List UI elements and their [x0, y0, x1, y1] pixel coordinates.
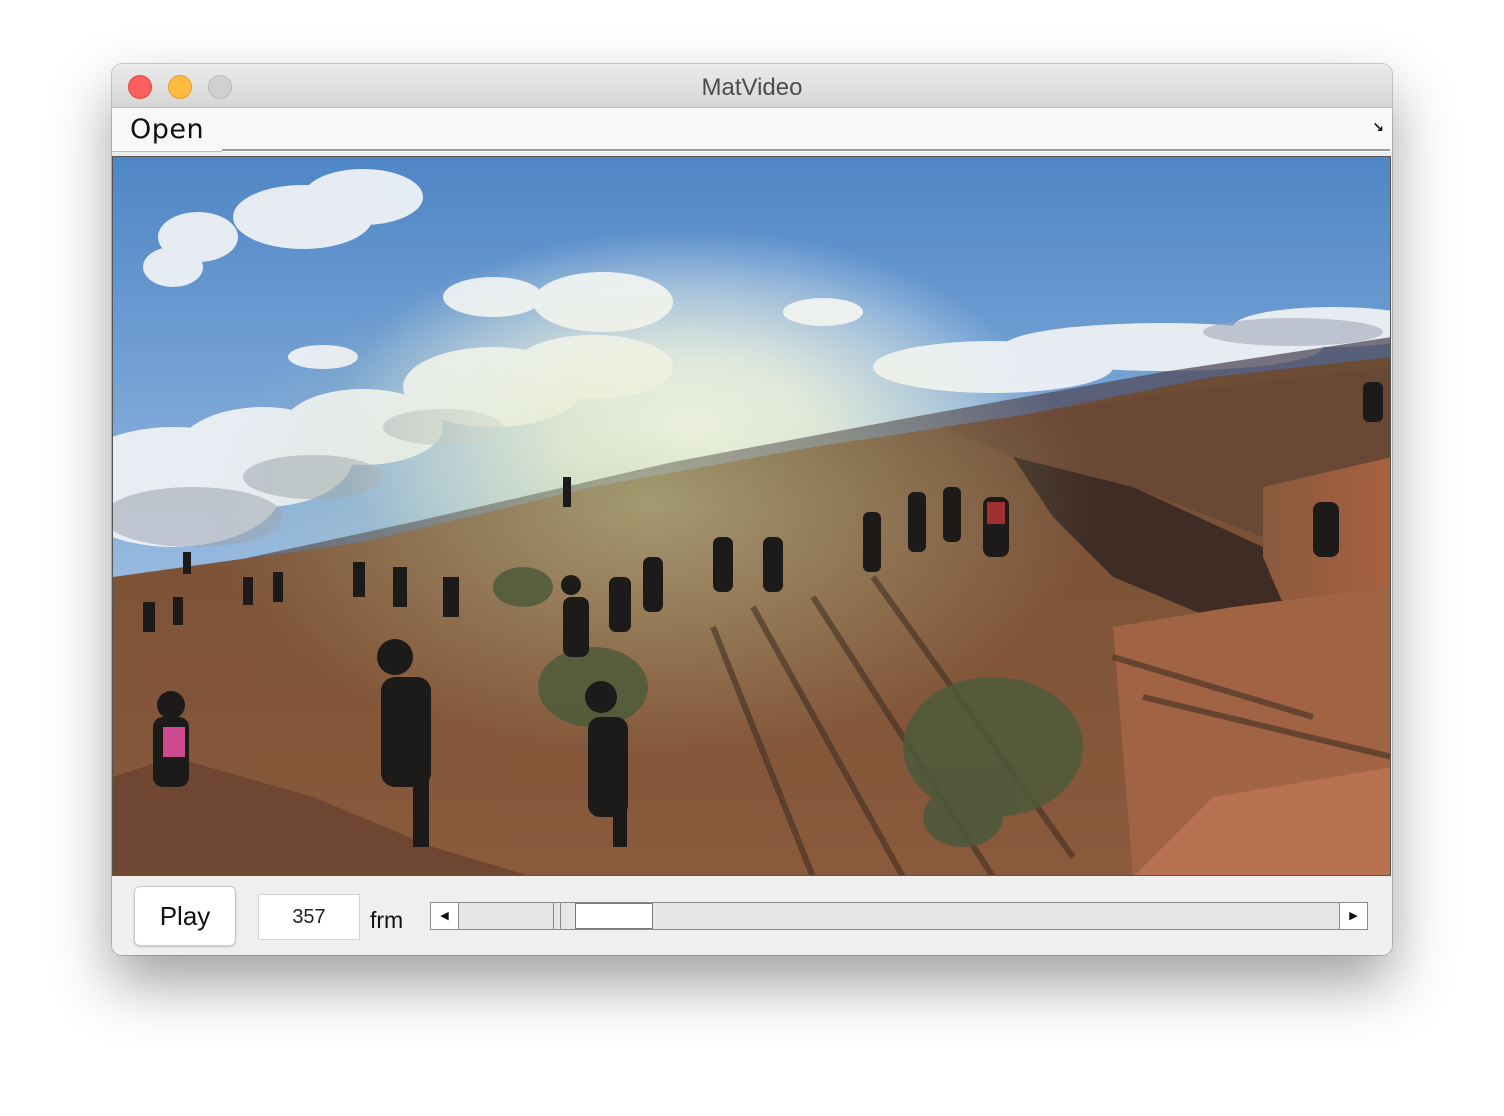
title-bar[interactable]: MatVideo — [112, 64, 1392, 108]
frame-slider[interactable]: ◀ ▶ — [430, 902, 1368, 930]
play-button[interactable]: Play — [134, 886, 236, 946]
app-window: MatVideo Open ↘ Play 357 frm ◀ ▶ — [112, 64, 1392, 955]
arrow-left-icon[interactable]: ◀ — [431, 903, 459, 929]
menu-bar: Open ↘ — [112, 108, 1392, 152]
video-frame-image — [113, 157, 1390, 875]
slider-thumb[interactable] — [575, 903, 653, 929]
expand-arrow-icon[interactable]: ↘ — [1372, 120, 1384, 136]
playback-controls: Play frm ◀ ▶ — [112, 876, 1392, 955]
menu-divider-left — [112, 151, 222, 152]
menu-open[interactable]: Open — [130, 114, 204, 145]
frame-unit-label: frm — [370, 907, 404, 933]
menu-divider — [222, 149, 1390, 151]
slider-tick — [553, 903, 561, 929]
video-frame — [112, 156, 1391, 876]
window-title: MatVideo — [701, 74, 803, 101]
arrow-right-icon[interactable]: ▶ — [1339, 903, 1367, 929]
frame-number-input[interactable] — [258, 894, 360, 940]
